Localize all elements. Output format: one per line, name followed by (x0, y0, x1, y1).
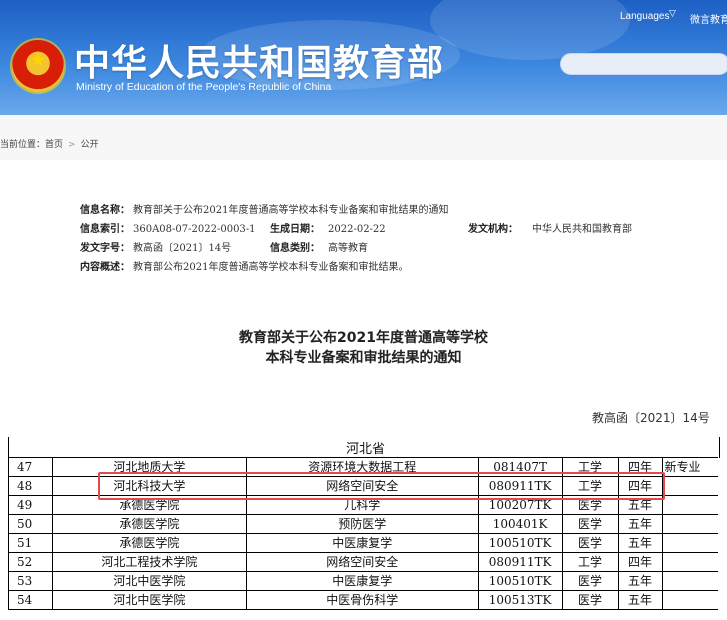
header-cloud (430, 0, 630, 60)
discipline-cell: 工学 (561, 552, 619, 572)
breadcrumb-separator: > (68, 140, 76, 150)
meta-category-value: 高等教育 (328, 243, 368, 254)
school-name-cell: 承德医学院 (51, 533, 247, 553)
table-border-left (8, 437, 9, 458)
weibo-link[interactable]: 微言教育 (690, 11, 727, 26)
remark-cell (661, 514, 718, 534)
major-code-cell: 100510TK (477, 533, 563, 553)
discipline-cell: 医学 (561, 571, 619, 591)
remark-cell (661, 571, 718, 591)
breadcrumb-bar (0, 115, 727, 160)
site-subtitle: Ministry of Education of the People's Re… (76, 81, 332, 93)
school-name-cell: 河北工程技术学院 (51, 552, 247, 572)
remark-cell (661, 552, 718, 572)
row-number-cell: 47 (8, 457, 53, 477)
meta-summary-row: 内容概述： 教育部公布2021年度普通高等学校本科专业备案和审批结果。 (80, 262, 408, 274)
meta-date-row: 生成日期： 2022-02-22 (270, 224, 386, 236)
row-number-cell: 48 (8, 476, 53, 496)
major-code-cell: 100401K (477, 514, 563, 534)
row-number-cell: 52 (8, 552, 53, 572)
row-number-cell: 53 (8, 571, 53, 591)
meta-date-value: 2022-02-22 (328, 224, 386, 235)
meta-docno-row: 发文字号： 教高函〔2021〕14号 (80, 243, 231, 255)
meta-date-label: 生成日期： (270, 224, 320, 235)
table-row: 50 承德医学院 预防医学 100401K 医学 五年 (8, 514, 718, 534)
remark-cell (661, 495, 718, 515)
meta-index-label: 信息索引： (80, 224, 130, 235)
row-number-cell: 51 (8, 533, 53, 553)
school-name-cell: 河北中医学院 (51, 571, 247, 591)
meta-category-row: 信息类别： 高等教育 (270, 243, 368, 255)
row-number-cell: 54 (8, 590, 53, 610)
national-emblem-icon[interactable]: ★ (12, 40, 64, 92)
major-code-cell: 100510TK (477, 571, 563, 591)
major-code-cell: 100513TK (477, 590, 563, 610)
remark-cell: 新专业 (661, 457, 718, 477)
study-years-cell: 四年 (617, 552, 663, 572)
study-years-cell: 五年 (617, 514, 663, 534)
languages-link[interactable]: Languages (620, 11, 670, 22)
document-title-line1: 教育部关于公布2021年度普通高等学校 (239, 330, 488, 346)
major-name-cell: 中医康复学 (245, 533, 479, 553)
meta-category-label: 信息类别： (270, 243, 320, 254)
meta-name-label: 信息名称： (80, 205, 130, 216)
breadcrumb-public-link[interactable]: 公开 (81, 140, 99, 150)
meta-summary-label: 内容概述： (80, 262, 130, 273)
row-number-cell: 50 (8, 514, 53, 534)
discipline-cell: 医学 (561, 590, 619, 610)
table-row: 53 河北中医学院 中医康复学 100510TK 医学 五年 (8, 571, 718, 591)
meta-docno-label: 发文字号： (80, 243, 130, 254)
breadcrumb: 当前位置：首页 > 公开 (0, 139, 99, 151)
remark-cell (661, 533, 718, 553)
site-header: ★ 中华人民共和国教育部 Ministry of Education of th… (0, 0, 727, 115)
meta-index-value: 360A08-07-2022-0003-1 (133, 224, 256, 235)
discipline-cell: 医学 (561, 533, 619, 553)
majors-table-wrapper: 47 河北地质大学 资源环境大数据工程 081407T 工学 四年 新专业 48 河北科技大学网… (8, 437, 720, 620)
breadcrumb-home-link[interactable]: 首页 (45, 140, 63, 150)
meta-name-row: 信息名称： 教育部关于公布2021年度普通高等学校本科专业备案和审批结果的通知 (80, 205, 448, 217)
chevron-down-icon[interactable]: ▽ (669, 9, 676, 19)
major-name-cell: 中医骨伤科学 (245, 590, 479, 610)
school-name-cell: 河北中医学院 (51, 590, 247, 610)
major-name-cell: 网络空间安全 (245, 552, 479, 572)
table-row: 52 河北工程技术学院 网络空间安全 080911TK 工学 四年 (8, 552, 718, 572)
discipline-cell: 医学 (561, 514, 619, 534)
school-name-cell: 承德医学院 (51, 514, 247, 534)
document-number: 教高函〔2021〕14号 (592, 411, 710, 425)
major-code-cell: 080911TK (477, 552, 563, 572)
meta-agency-label: 发文机构： (468, 224, 518, 235)
study-years-cell: 五年 (617, 590, 663, 610)
meta-docno-value: 教高函〔2021〕14号 (133, 243, 232, 254)
major-name-cell: 预防医学 (245, 514, 479, 534)
row-number-cell: 49 (8, 495, 53, 515)
document-title-line2: 本科专业备案和审批结果的通知 (265, 350, 462, 366)
major-name-cell: 中医康复学 (245, 571, 479, 591)
breadcrumb-label: 当前位置： (0, 140, 46, 150)
search-input[interactable] (560, 53, 727, 75)
meta-name-value: 教育部关于公布2021年度普通高等学校本科专业备案和审批结果的通知 (133, 205, 449, 216)
remark-cell (661, 590, 718, 610)
meta-summary-value: 教育部公布2021年度普通高等学校本科专业备案和审批结果。 (133, 262, 409, 273)
province-heading: 河北省 (346, 442, 386, 457)
table-border-right (719, 437, 720, 458)
table-row: 51 承德医学院 中医康复学 100510TK 医学 五年 (8, 533, 718, 553)
remark-cell (661, 476, 718, 496)
meta-agency-row: 发文机构： 中华人民共和国教育部 (468, 224, 632, 236)
highlight-box (98, 472, 665, 500)
table-row: 54 河北中医学院 中医骨伤科学 100513TK 医学 五年 (8, 590, 718, 610)
site-title[interactable]: 中华人民共和国教育部 (74, 44, 444, 84)
study-years-cell: 五年 (617, 571, 663, 591)
study-years-cell: 五年 (617, 533, 663, 553)
meta-agency-value: 中华人民共和国教育部 (532, 224, 632, 235)
meta-index-row: 信息索引： 360A08-07-2022-0003-1 (80, 224, 256, 236)
